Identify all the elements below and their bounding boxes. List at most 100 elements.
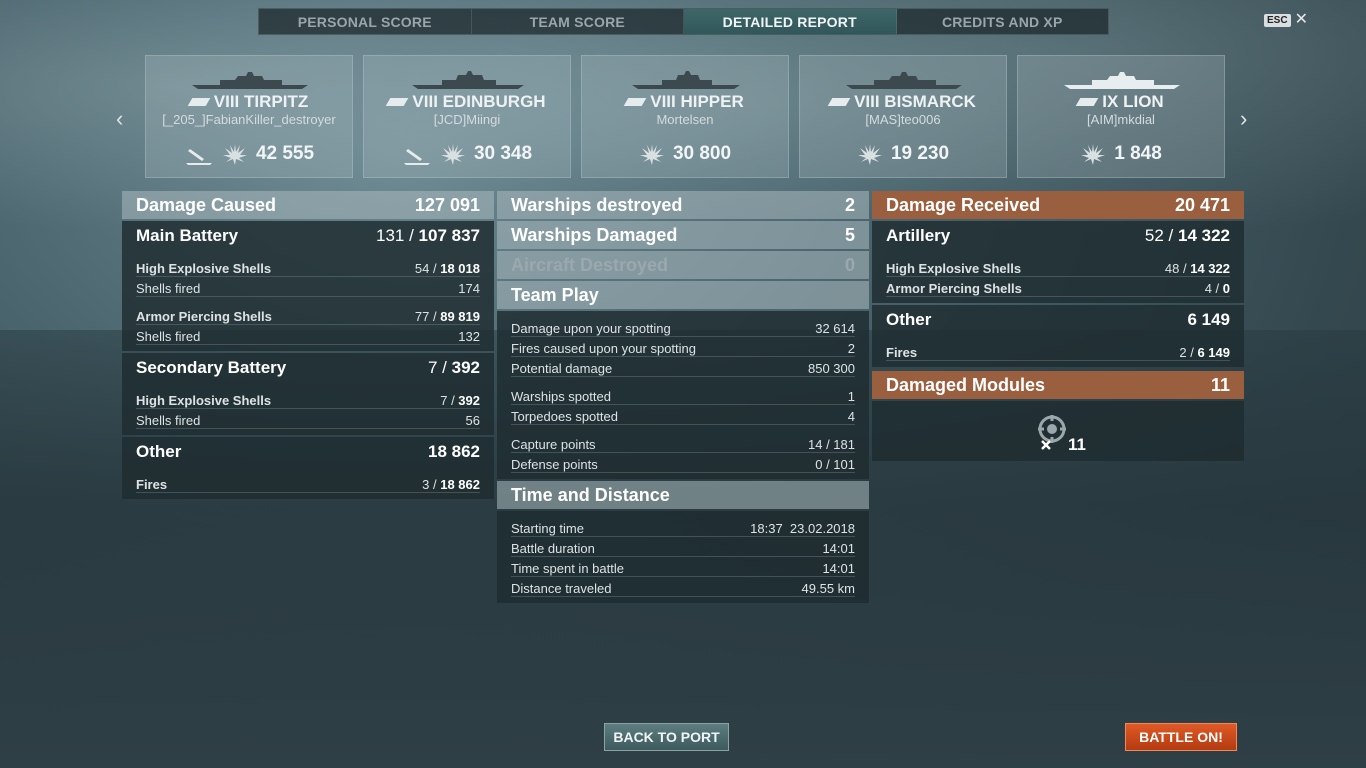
damaged-modules-box: 11: [872, 401, 1244, 461]
damage-value: 30 800: [672, 143, 732, 164]
main-battery-header: Main Battery 131 / 107 837: [122, 221, 494, 251]
back-to-port-button[interactable]: BACK TO PORT: [604, 723, 729, 751]
stat-row: Armor Piercing Shells 4 / 0: [886, 277, 1230, 297]
team-play-details: Damage upon your spotting 32 614 Fires c…: [497, 311, 869, 479]
stat-row: Potential damage 850 300: [511, 357, 855, 377]
tab-bar: PERSONAL SCORE TEAM SCORE DETAILED REPOR…: [258, 8, 1109, 35]
player-card[interactable]: VIII BISMARCK [MAS]teo006 19 230: [799, 55, 1007, 178]
player-name: [JCD]Miingi: [433, 112, 501, 127]
warships-damaged-header: Warships Damaged 5: [497, 221, 869, 249]
ship-name: VIII TIRPITZ: [146, 92, 352, 112]
sinking-ship-icon: [185, 149, 212, 165]
stat-row: Fires caused upon your spotting 2: [511, 337, 855, 357]
player-name: [MAS]teo006: [865, 112, 941, 127]
stat-row: Damage upon your spotting 32 614: [511, 317, 855, 337]
received-other-details: Fires 2 / 6 149: [872, 335, 1244, 367]
team-stats-panel: Warships destroyed 2 Warships Damaged 5 …: [497, 191, 869, 605]
stat-row: Warships spotted 1: [511, 385, 855, 405]
tab-personal-score[interactable]: PERSONAL SCORE: [259, 9, 472, 34]
damage-caused-header: Damage Caused 127 091: [122, 191, 494, 219]
aircraft-destroyed-header: Aircraft Destroyed 0: [497, 251, 869, 279]
ship-silhouette-icon: [412, 71, 524, 89]
stat-row: Capture points 14 / 181: [511, 433, 855, 453]
esc-close-button[interactable]: ESC ✕: [1264, 12, 1308, 28]
ship-silhouette-icon: [632, 71, 740, 89]
damage-burst-icon: [1081, 144, 1106, 165]
ship-silhouette-icon: [846, 72, 962, 89]
main-battery-details: High Explosive Shells 54 / 18 018 Shells…: [122, 251, 494, 351]
stat-row: Defense points 0 / 101: [511, 453, 855, 473]
stat-row: Battle duration 14:01: [511, 537, 855, 557]
stat-row: Shells fired 56: [136, 409, 480, 429]
damage-caused-panel: Damage Caused 127 091 Main Battery 131 /…: [122, 191, 494, 501]
damage-received-header: Damage Received 20 471: [872, 191, 1244, 219]
sinking-ship-icon: [403, 149, 430, 165]
ship-name: VIII HIPPER: [582, 92, 788, 112]
battleship-class-icon: [1075, 98, 1099, 106]
esc-key-label: ESC: [1264, 13, 1291, 27]
tab-credits-xp[interactable]: CREDITS AND XP: [897, 9, 1109, 34]
stat-row: High Explosive Shells 48 / 14 322: [886, 257, 1230, 277]
stat-row: Fires 2 / 6 149: [886, 341, 1230, 361]
ship-name: VIII EDINBURGH: [364, 92, 570, 112]
warships-destroyed-header: Warships destroyed 2: [497, 191, 869, 219]
player-cards: VIII TIRPITZ [_205_]FabianKiller_destroy…: [145, 55, 1225, 178]
damage-received-panel: Damage Received 20 471 Artillery 52 / 14…: [872, 191, 1244, 461]
received-other-header: Other 6 149: [872, 305, 1244, 335]
card-stats: 30 800: [582, 142, 788, 166]
ship-silhouette-icon: [192, 72, 308, 89]
card-stats: 1 848: [1018, 142, 1224, 166]
player-card[interactable]: VIII TIRPITZ [_205_]FabianKiller_destroy…: [145, 55, 353, 178]
time-distance-header: Time and Distance: [497, 481, 869, 509]
player-card[interactable]: IX LION [AIM]mkdial 1 848: [1017, 55, 1225, 178]
player-card[interactable]: VIII EDINBURGH [JCD]Miingi 30 348: [363, 55, 571, 178]
team-play-header: Team Play: [497, 281, 869, 309]
damage-burst-icon: [222, 144, 247, 165]
stat-row: Shells fired 132: [136, 325, 480, 345]
card-stats: 19 230: [800, 142, 1006, 166]
player-card[interactable]: VIII HIPPER Mortelsen 30 800: [581, 55, 789, 178]
other-damage-details: Fires 3 / 18 862: [122, 467, 494, 499]
secondary-battery-details: High Explosive Shells 7 / 392 Shells fir…: [122, 383, 494, 435]
cruiser-class-icon: [623, 98, 647, 106]
damaged-modules-header: Damaged Modules 11: [872, 371, 1244, 399]
tab-team-score[interactable]: TEAM SCORE: [472, 9, 684, 34]
close-icon[interactable]: ✕: [1295, 12, 1308, 28]
damage-burst-icon: [440, 144, 465, 165]
prev-arrow-icon[interactable]: ‹: [116, 106, 123, 132]
damage-value: 19 230: [890, 143, 950, 164]
stat-row: Distance traveled 49.55 km: [511, 577, 855, 597]
damaged-modules-count: 11: [1068, 435, 1086, 454]
player-name: [_205_]FabianKiller_destroyer: [162, 112, 336, 127]
ship-silhouette-icon: [1064, 72, 1180, 89]
ship-name: IX LION: [1018, 92, 1224, 112]
ship-name: VIII BISMARCK: [800, 92, 1006, 112]
stat-row: High Explosive Shells 54 / 18 018: [136, 257, 480, 277]
player-name: Mortelsen: [656, 112, 714, 127]
stat-row: Torpedoes spotted 4: [511, 405, 855, 425]
damaged-module-icon: [1038, 415, 1066, 450]
battleship-class-icon: [187, 98, 211, 106]
battleship-class-icon: [827, 98, 851, 106]
player-name: [AIM]mkdial: [1087, 112, 1155, 127]
other-damage-header: Other 18 862: [122, 437, 494, 467]
time-distance-details: Starting time 18:37 23.02.2018 Battle du…: [497, 511, 869, 603]
stat-row: Fires 3 / 18 862: [136, 473, 480, 493]
artillery-details: High Explosive Shells 48 / 14 322 Armor …: [872, 251, 1244, 303]
stat-row: Shells fired 174: [136, 277, 480, 297]
card-stats: 30 348: [364, 142, 570, 166]
stat-row: Time spent in battle 14:01: [511, 557, 855, 577]
stat-row: Armor Piercing Shells 77 / 89 819: [136, 305, 480, 325]
stat-row: High Explosive Shells 7 / 392: [136, 389, 480, 409]
damage-burst-icon: [639, 144, 664, 165]
damage-value: 30 348: [473, 143, 533, 164]
next-arrow-icon[interactable]: ›: [1240, 106, 1247, 132]
card-stats: 42 555: [146, 142, 352, 166]
artillery-header: Artillery 52 / 14 322: [872, 221, 1244, 251]
damage-value: 1 848: [1114, 143, 1162, 164]
damage-burst-icon: [857, 144, 882, 165]
stat-row: Starting time 18:37 23.02.2018: [511, 517, 855, 537]
cruiser-class-icon: [386, 98, 409, 106]
battle-on-button[interactable]: BATTLE ON!: [1125, 723, 1237, 751]
tab-detailed-report[interactable]: DETAILED REPORT: [684, 9, 897, 34]
